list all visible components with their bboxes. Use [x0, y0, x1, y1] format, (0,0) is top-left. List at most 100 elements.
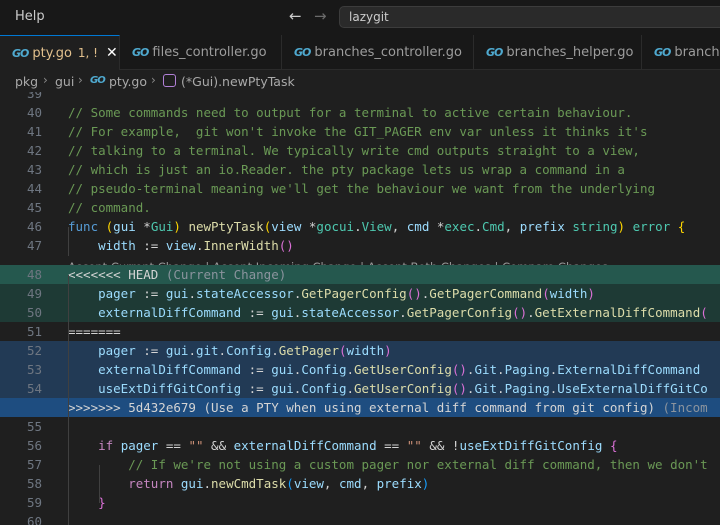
code-line[interactable]: 50 externalDiffCommand := gui.stateAcces… — [0, 303, 720, 322]
code-line[interactable]: 56 if pager == "" && externalDiffCommand… — [0, 436, 720, 455]
command-center-search[interactable]: lazygit — [339, 6, 720, 28]
code-token: { — [677, 219, 686, 234]
tab-branches-helper[interactable]: GO branches_helper.go — [474, 35, 642, 70]
tab-label: files_controller.go — [152, 45, 267, 60]
code-token: Gui — [150, 219, 174, 234]
line-number: 56 — [26, 438, 42, 453]
code-token: gocui — [316, 219, 355, 234]
code-text: width := view.InnerWidth() — [68, 238, 294, 253]
code-token: if — [98, 438, 114, 453]
tab-files-controller[interactable]: GO files_controller.go — [120, 35, 282, 70]
code-token: () — [512, 305, 528, 320]
code-line[interactable]: 49 pager := gui.stateAccessor.GetPagerCo… — [0, 284, 720, 303]
code-text: externalDiffCommand := gui.Config.GetUse… — [68, 362, 700, 377]
code-token: . — [346, 381, 355, 396]
line-number: 58 — [26, 476, 42, 491]
code-line[interactable]: 43 // which is just an io.Reader. the pty… — [0, 160, 720, 179]
code-line[interactable]: 59 } — [0, 493, 720, 512]
code-line[interactable]: 39 — [0, 92, 720, 103]
code-text: // For example, git won't invoke the GIT… — [68, 124, 647, 139]
go-file-icon: GO — [90, 75, 106, 86]
line-number: 40 — [26, 105, 42, 120]
code-line[interactable]: 46 func (gui *Gui) newPtyTask(view *gocui… — [0, 217, 720, 236]
code-line[interactable]: 48 <<<<<<< HEAD (Current Change) — [0, 265, 720, 284]
code-token: view — [165, 238, 196, 253]
code-line[interactable]: 47 width := view.InnerWidth() — [0, 236, 720, 255]
code-text: func (gui *Gui) newPtyTask(view *gocui.V… — [68, 219, 685, 234]
code-line[interactable]: 60 — [0, 512, 720, 525]
code-token: newCmdTask — [211, 476, 287, 491]
code-token: * — [135, 219, 151, 234]
code-token: . — [271, 343, 279, 358]
code-line[interactable]: 57 // If we're not using a custom pager … — [0, 455, 720, 474]
tab-pty-go[interactable]: GO pty.go 1, ! ✕ — [0, 35, 120, 70]
breadcrumb-symbol[interactable]: (*Gui).newPtyTask — [181, 74, 295, 89]
problems-badge: 1, ! — [77, 46, 98, 60]
code-text: >>>>>>> 5d432e679 (Use a PTY when using … — [68, 400, 708, 415]
code-line[interactable]: >>>>>>> 5d432e679 (Use a PTY when using … — [0, 398, 720, 417]
code-line[interactable]: 44 // pseudo-terminal meaning we'll get t… — [0, 179, 720, 198]
code-editor[interactable]: Accept Current Change | Accept Incoming … — [0, 92, 720, 525]
code-token: view — [271, 219, 302, 234]
code-token: cmd — [406, 219, 430, 234]
breadcrumb-separator: › — [43, 73, 48, 87]
forward-arrow-icon[interactable]: → — [314, 7, 327, 25]
code-token: Paging — [504, 362, 550, 377]
code-token: ( — [542, 286, 550, 301]
breadcrumb-file[interactable]: pty.go — [109, 74, 147, 89]
line-number: 55 — [26, 419, 42, 434]
breadcrumb-gui[interactable]: gui — [55, 74, 74, 89]
code-token: gui — [165, 343, 189, 358]
tab-branches-controller[interactable]: GO branches_controller.go — [282, 35, 474, 70]
code-token: () — [451, 381, 467, 396]
close-icon[interactable]: ✕ — [106, 45, 118, 61]
code-token: >>>>>>> 5d432e679 (Use a PTY when using … — [68, 400, 663, 415]
code-line[interactable]: 55 — [0, 417, 720, 436]
code-text: externalDiffCommand := gui.stateAccessor… — [68, 305, 708, 320]
breadcrumb-pkg[interactable]: pkg — [15, 74, 38, 89]
code-line[interactable]: 41 // For example, git won't invoke the G… — [0, 122, 720, 141]
code-token: . — [354, 219, 362, 234]
line-number: 52 — [26, 343, 42, 358]
code-line[interactable]: 51 ======= — [0, 322, 720, 341]
code-token: return — [128, 476, 174, 491]
code-line[interactable]: 58 return gui.newCmdTask(view, cmd, pref… — [0, 474, 720, 493]
line-number: 51 — [26, 324, 42, 339]
code-token: "" — [406, 438, 422, 453]
code-token: exec — [444, 219, 475, 234]
line-number: 45 — [26, 200, 42, 215]
editor-tab-bar: GO pty.go 1, ! ✕ GO files_controller.go … — [0, 35, 720, 70]
code-token: ) — [173, 219, 181, 234]
menu-help[interactable]: Help — [15, 9, 45, 24]
code-token: externalDiffCommand — [98, 362, 242, 377]
tab-branch-go[interactable]: GO branch.go — [642, 35, 720, 70]
code-line[interactable]: 42 // talking to a terminal. We typically… — [0, 141, 720, 160]
code-text: // Some commands need to output for a te… — [68, 105, 632, 120]
code-token: Git — [474, 362, 498, 377]
code-line[interactable]: 53 externalDiffCommand := gui.Config.Get… — [0, 360, 720, 379]
go-file-icon: GO — [132, 46, 149, 59]
code-line[interactable]: 52 pager := gui.git.Config.GetPager(widt… — [0, 341, 720, 360]
code-token: InnerWidth — [203, 238, 279, 253]
code-line[interactable]: 54 useExtDiffGitConfig := gui.Config.Get… — [0, 379, 720, 398]
code-line[interactable]: 40 // Some commands need to output for a … — [0, 103, 720, 122]
code-token: useExtDiffGitConfig — [459, 438, 603, 453]
code-token: && ! — [421, 438, 460, 453]
code-token: // talking to a terminal. We typically w… — [68, 143, 640, 158]
code-token: ) — [617, 219, 626, 234]
code-token: . — [497, 381, 505, 396]
back-arrow-icon[interactable]: ← — [289, 7, 302, 25]
line-number: 57 — [26, 457, 42, 472]
tab-label: branch.go — [674, 45, 720, 60]
code-token: gui — [271, 381, 294, 396]
code-line[interactable]: 45 // command. — [0, 198, 720, 217]
code-token: GetPagerCommand — [429, 286, 543, 301]
code-token: && — [203, 438, 234, 453]
code-token: GetPagerConfig — [301, 286, 407, 301]
